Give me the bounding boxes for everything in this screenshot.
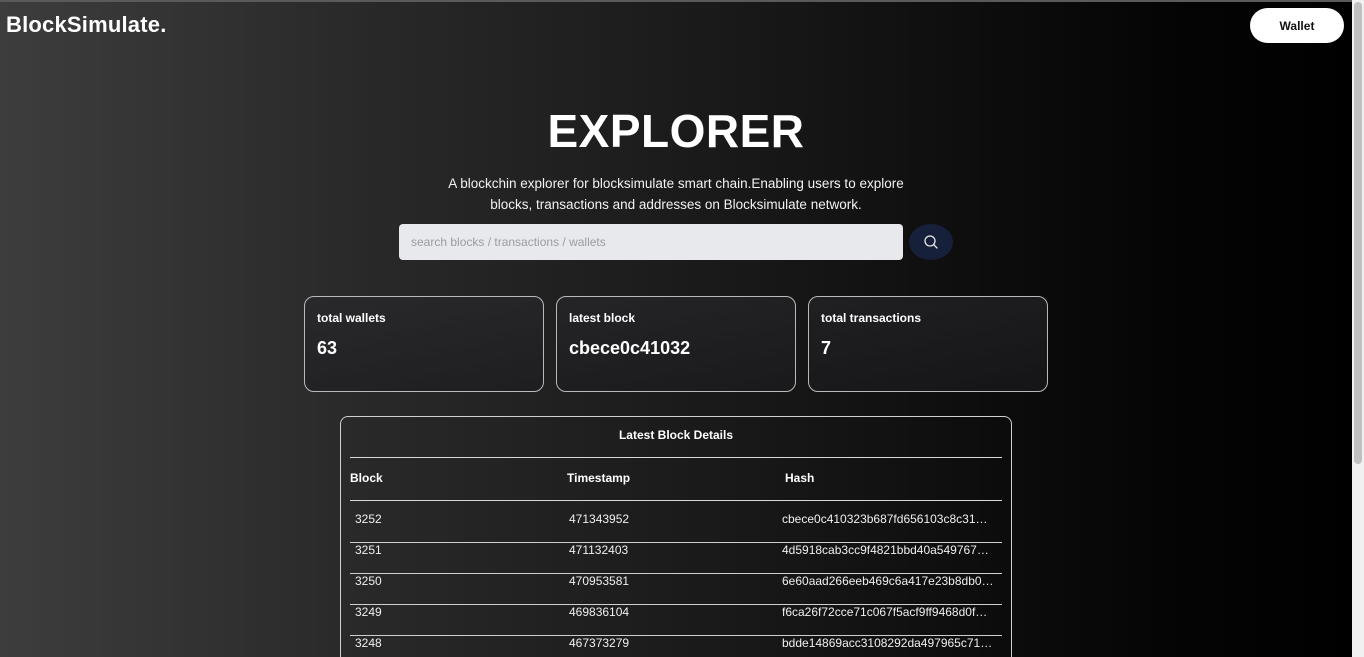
stat-card-latest-block: latest block cbece0c41032 xyxy=(556,296,796,392)
stat-label: latest block xyxy=(569,311,636,325)
cell-timestamp: 471343952 xyxy=(569,512,630,526)
stat-label: total transactions xyxy=(821,311,922,325)
stat-value: 63 xyxy=(317,338,338,358)
cell-block: 3250 xyxy=(355,574,382,588)
search-icon xyxy=(924,235,938,249)
cell-hash[interactable]: 4d5918cab3cc9f4821bbd40a549767… xyxy=(782,543,994,557)
cell-hash[interactable]: 6e60aad266eeb469c6a417e23b8db0… xyxy=(782,574,994,588)
wallet-button[interactable]: Wallet xyxy=(1250,8,1344,43)
stat-card-total-wallets: total wallets 63 xyxy=(304,296,544,392)
page-scrollbar[interactable] xyxy=(1352,0,1364,657)
column-header-timestamp: Timestamp xyxy=(567,471,631,485)
column-header-hash: Hash xyxy=(785,471,815,485)
table-row[interactable]: 3251 471132403 4d5918cab3cc9f4821bbd40a5… xyxy=(350,543,1002,574)
cell-timestamp: 471132403 xyxy=(569,543,629,557)
top-border xyxy=(0,0,1352,2)
latest-blocks-table: Latest Block Details Block Timestamp Has… xyxy=(340,416,1012,657)
column-header-block: Block xyxy=(350,471,383,485)
stat-card-total-transactions: total transactions 7 xyxy=(808,296,1048,392)
cell-timestamp: 469836104 xyxy=(569,605,630,619)
cell-timestamp: 470953581 xyxy=(569,574,630,588)
table-row[interactable]: 3250 470953581 6e60aad266eeb469c6a417e23… xyxy=(350,574,1002,605)
cell-block: 3248 xyxy=(355,636,382,650)
cell-timestamp: 467373279 xyxy=(569,636,630,650)
table-title: Latest Block Details xyxy=(618,428,734,442)
cell-hash[interactable]: cbece0c410323b687fd656103c8c31… xyxy=(782,512,994,526)
cell-block: 3249 xyxy=(355,605,382,619)
divider xyxy=(350,500,1002,501)
table-row[interactable]: 3252 471343952 cbece0c410323b687fd656103… xyxy=(350,512,1002,543)
page-description: A blockchin explorer for blocksimulate s… xyxy=(448,176,904,212)
page-title: EXPLORER xyxy=(547,105,805,157)
site-logo[interactable]: BlockSimulate. xyxy=(6,12,167,38)
cell-hash[interactable]: bdde14869acc3108292da497965c71… xyxy=(782,636,994,650)
cell-block: 3252 xyxy=(355,512,382,526)
search-button[interactable] xyxy=(909,224,953,260)
cell-hash[interactable]: f6ca26f72cce71c067f5acf9ff9468d0f… xyxy=(782,605,994,619)
stat-label: total wallets xyxy=(317,311,386,325)
search-input[interactable] xyxy=(399,224,903,260)
table-row[interactable]: 3248 467373279 bdde14869acc3108292da4979… xyxy=(350,636,1002,657)
stat-value: 7 xyxy=(821,338,832,358)
cell-block: 3251 xyxy=(355,543,382,557)
divider xyxy=(350,457,1002,458)
stat-value: cbece0c41032 xyxy=(569,338,691,358)
scrollbar-thumb[interactable] xyxy=(1354,2,1362,464)
table-row[interactable]: 3249 469836104 f6ca26f72cce71c067f5acf9f… xyxy=(350,605,1002,636)
